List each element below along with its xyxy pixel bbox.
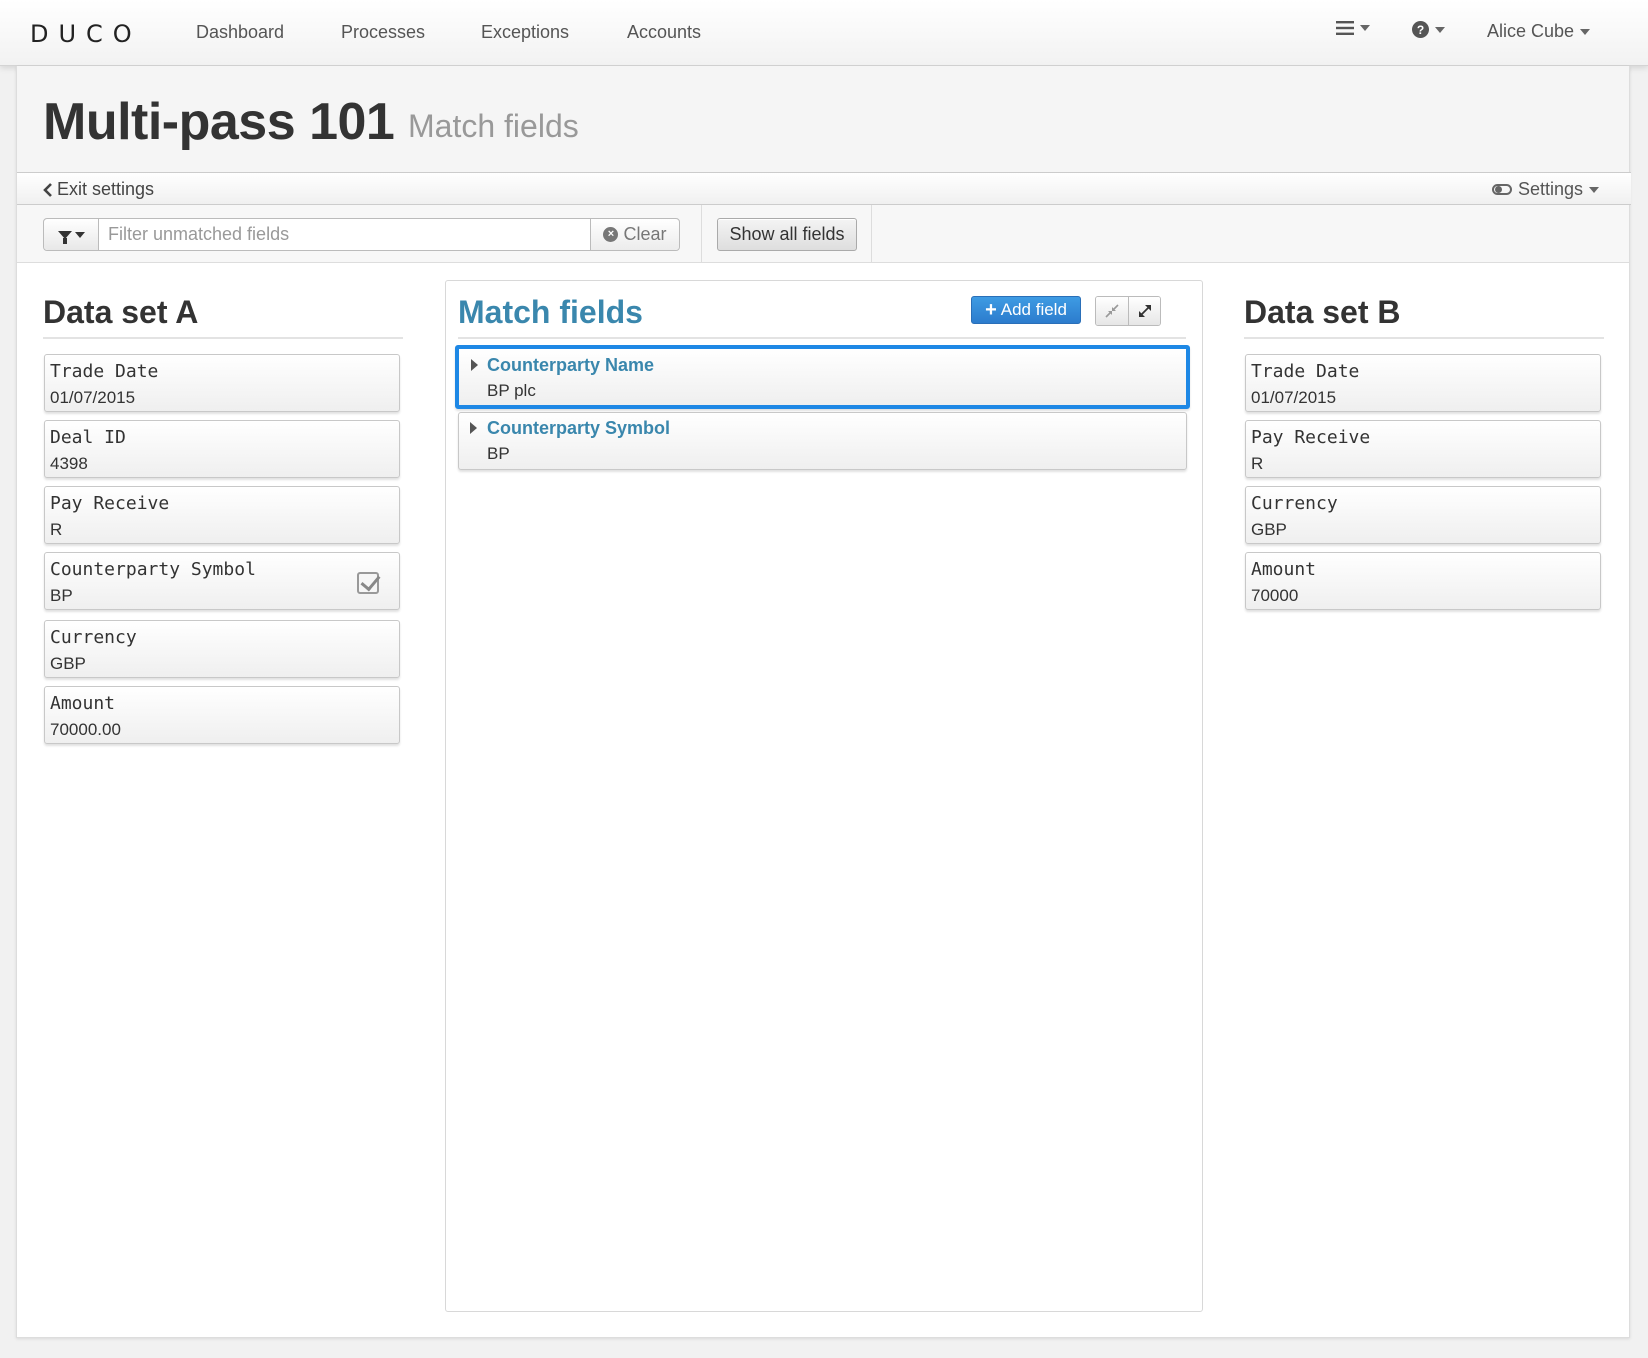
filter-unmatched-input[interactable] <box>99 219 590 250</box>
dataset-a-field-deal-id[interactable]: Deal ID 4398 <box>44 420 400 478</box>
field-value: 4398 <box>50 454 88 473</box>
show-all-fields-button[interactable]: Show all fields <box>717 218 857 251</box>
exit-settings-label: Exit settings <box>57 179 155 199</box>
match-field-counterparty-name[interactable]: Counterparty Name BP plc <box>455 345 1190 409</box>
exit-settings-link[interactable]: Exit settings <box>43 179 154 200</box>
field-name: Deal ID <box>50 427 126 448</box>
field-name: Trade Date <box>50 361 159 382</box>
hamburger-menu-icon <box>1336 21 1354 35</box>
field-name: Counterparty Symbol <box>50 559 256 580</box>
match-fields-heading: Match fields <box>458 294 643 330</box>
divider <box>1244 337 1604 339</box>
field-value: R <box>50 520 63 539</box>
field-name: Trade Date <box>1251 361 1360 382</box>
field-name: Pay Receive <box>50 493 170 514</box>
field-value: 70000.00 <box>50 720 121 739</box>
collapse-button[interactable] <box>1096 297 1128 325</box>
dataset-b-heading: Data set B <box>1244 294 1401 330</box>
chevron-down-icon <box>1360 25 1370 31</box>
field-value: BP <box>50 586 73 605</box>
user-menu[interactable]: Alice Cube <box>1487 21 1591 42</box>
dataset-b-field-trade-date[interactable]: Trade Date 01/07/2015 <box>1245 354 1601 412</box>
field-value: 01/07/2015 <box>50 388 136 407</box>
divider <box>458 337 1186 339</box>
help-icon: ? <box>1412 21 1429 38</box>
field-name: Amount <box>50 693 116 714</box>
match-field-value: BP plc <box>487 381 536 400</box>
field-name: Currency <box>1251 493 1338 514</box>
dataset-b-field-pay-receive[interactable]: Pay Receive R <box>1245 420 1601 478</box>
settings-bar: Exit settings Settings <box>17 172 1631 205</box>
field-value: GBP <box>1251 520 1287 539</box>
match-field-value: BP <box>487 444 510 463</box>
divider <box>871 205 872 263</box>
filter-icon <box>57 230 72 244</box>
match-field-counterparty-symbol[interactable]: Counterparty Symbol BP <box>458 412 1187 470</box>
dataset-a-field-amount[interactable]: Amount 70000.00 <box>44 686 400 744</box>
filter-input-group: × Clear <box>43 218 680 251</box>
page-header: Multi-pass 101 Match fields <box>17 66 1629 172</box>
divider <box>701 205 702 263</box>
add-field-button[interactable]: + Add field <box>971 296 1081 324</box>
field-name: Amount <box>1251 559 1317 580</box>
page-subtitle: Match fields <box>408 108 579 144</box>
match-field-name: Counterparty Symbol <box>487 418 671 438</box>
settings-dropdown[interactable]: Settings <box>1491 179 1599 200</box>
close-circle-icon: × <box>603 227 619 242</box>
checked-icon <box>357 572 379 594</box>
chevron-down-icon <box>1435 26 1445 33</box>
toggle-icon <box>1491 184 1512 195</box>
field-value: 01/07/2015 <box>1251 388 1337 407</box>
field-name: Pay Receive <box>1251 427 1371 448</box>
expand-icon <box>1138 305 1151 317</box>
dataset-a-field-counterparty-symbol[interactable]: Counterparty Symbol BP <box>44 552 400 610</box>
user-name: Alice Cube <box>1487 21 1575 41</box>
compress-icon <box>1105 304 1119 318</box>
clear-label: Clear <box>623 224 667 244</box>
field-value: GBP <box>50 654 86 673</box>
nav-processes[interactable]: Processes <box>341 22 425 43</box>
plus-icon: + <box>985 299 997 321</box>
menu-dropdown[interactable] <box>1336 21 1370 35</box>
dataset-b-field-currency[interactable]: Currency GBP <box>1245 486 1601 544</box>
dataset-b-field-amount[interactable]: Amount 70000 <box>1245 552 1601 610</box>
chevron-down-icon <box>1589 186 1599 193</box>
settings-label: Settings <box>1517 179 1583 199</box>
match-fields-panel: Match fields + Add field Counterparty Na… <box>445 280 1203 1312</box>
field-value: R <box>1251 454 1264 473</box>
page-title: Multi-pass 101 <box>43 93 395 151</box>
view-toggle-group <box>1095 296 1161 326</box>
duco-logo[interactable]: DUCO <box>30 20 142 48</box>
add-field-label: Add field <box>1000 300 1067 319</box>
expand-button[interactable] <box>1128 297 1160 325</box>
dataset-a-field-currency[interactable]: Currency GBP <box>44 620 400 678</box>
nav-accounts[interactable]: Accounts <box>627 22 701 43</box>
chevron-down-icon <box>1580 28 1591 35</box>
top-navbar: DUCO Dashboard Processes Exceptions Acco… <box>0 0 1648 66</box>
chevron-left-icon <box>43 182 52 197</box>
nav-exceptions[interactable]: Exceptions <box>481 22 569 43</box>
page-panel: Multi-pass 101 Match fields Exit setting… <box>16 66 1631 1338</box>
match-field-name: Counterparty Name <box>487 355 655 375</box>
divider <box>43 337 403 339</box>
filter-bar: × Clear Show all fields <box>17 205 1629 263</box>
dataset-a-field-pay-receive[interactable]: Pay Receive R <box>44 486 400 544</box>
dataset-a-field-trade-date[interactable]: Trade Date 01/07/2015 <box>44 354 400 412</box>
nav-dashboard[interactable]: Dashboard <box>196 22 284 43</box>
field-name: Currency <box>50 627 137 648</box>
caret-right-icon <box>470 422 477 434</box>
help-dropdown[interactable]: ? <box>1412 21 1445 38</box>
field-value: 70000 <box>1251 586 1299 605</box>
filter-type-button[interactable] <box>44 219 99 250</box>
chevron-down-icon <box>74 231 85 238</box>
dataset-a-heading: Data set A <box>43 294 199 330</box>
svg-text:?: ? <box>1417 23 1424 37</box>
clear-button[interactable]: × Clear <box>590 219 679 250</box>
caret-right-icon <box>471 359 478 371</box>
